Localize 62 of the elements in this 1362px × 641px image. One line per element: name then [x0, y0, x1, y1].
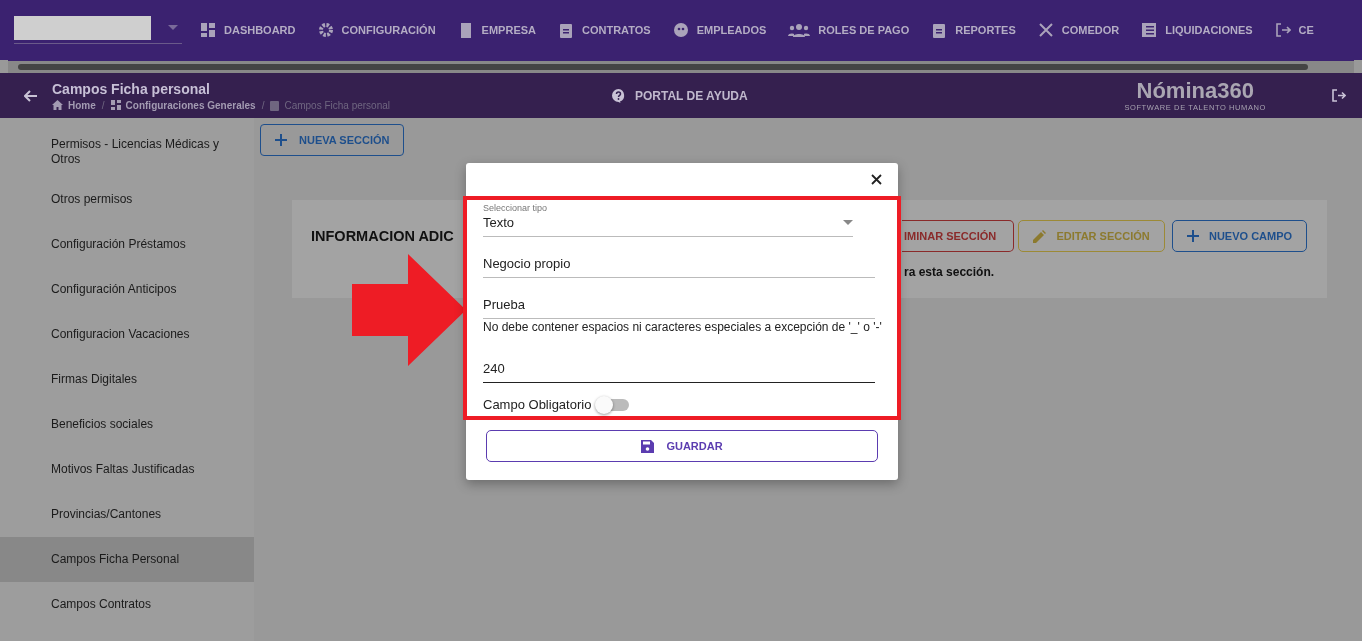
- people-icon: [788, 22, 811, 38]
- company-select[interactable]: [14, 16, 182, 44]
- input-field[interactable]: Prueba: [483, 278, 875, 319]
- caret-icon: [168, 25, 178, 30]
- nav-item[interactable]: COMEDOR: [1037, 22, 1120, 38]
- type-select[interactable]: Seleccionar tipo Texto: [483, 203, 853, 237]
- save-button[interactable]: GUARDAR: [486, 430, 878, 462]
- page-title: Campos Ficha personal: [52, 80, 211, 97]
- sidebar-item[interactable]: Campos Contratos: [0, 582, 254, 627]
- breadcrumb-separator: /: [101, 99, 105, 111]
- sidebar-item[interactable]: Firmas Digitales: [0, 357, 254, 402]
- nav-item[interactable]: EMPRESA: [457, 22, 536, 38]
- section-title: INFORMACION ADIC: [310, 227, 454, 246]
- breadcrumb-link[interactable]: Configuraciones Generales: [110, 99, 256, 111]
- plus-icon: [275, 134, 287, 146]
- dashboard-icon: [200, 22, 216, 38]
- input-field[interactable]: Negocio propio: [483, 237, 875, 278]
- dashboard-icon: [110, 100, 121, 110]
- sidebar-item[interactable]: Permisos - Licencias Médicas y Otros: [0, 127, 254, 177]
- caret-icon: [843, 220, 853, 225]
- sidebar-item[interactable]: Motivos Faltas Justificadas: [0, 447, 254, 492]
- brand-logo: Nómina360: [1136, 79, 1254, 102]
- clipboard-icon: [558, 22, 574, 38]
- close-icon[interactable]: [871, 174, 882, 185]
- help-icon: [612, 88, 625, 103]
- logout-icon[interactable]: [1332, 89, 1346, 102]
- logout-icon: [1274, 22, 1291, 38]
- clipboard-icon: [931, 22, 948, 38]
- sidebar-item[interactable]: Configuracion Vacaciones: [0, 312, 254, 357]
- sidebar-item[interactable]: Configuración Anticipos: [0, 267, 254, 312]
- breadcrumb-link[interactable]: Home: [52, 99, 96, 111]
- nav-item[interactable]: CONTRATOS: [558, 22, 651, 38]
- nav-item[interactable]: REPORTES: [931, 22, 1016, 38]
- home-icon: [52, 100, 63, 110]
- help-portal-link[interactable]: PORTAL DE AYUDA: [612, 88, 748, 103]
- field-hint: No debe contener espacios ni caracteres especiales a excepción de '_' o '-': [483, 320, 883, 334]
- horizontal-scrollbar[interactable]: [8, 60, 1354, 73]
- face-icon: [672, 22, 689, 38]
- nav-item[interactable]: DASHBOARD: [200, 22, 296, 38]
- breadcrumb-separator: /: [261, 99, 265, 111]
- sidebar-item[interactable]: Beneficios sociales: [0, 402, 254, 447]
- clipboard-icon: [270, 99, 280, 111]
- toggle-label: Campo Obligatorio: [483, 397, 592, 412]
- sidebar-item[interactable]: Otros permisos: [0, 177, 254, 222]
- section-note: ra esta sección.: [903, 265, 996, 279]
- input-field[interactable]: 240: [483, 334, 875, 383]
- sidebar-item[interactable]: Campos Ficha Personal: [0, 537, 254, 582]
- plus-icon: [1186, 230, 1199, 242]
- utensils-icon: [1037, 22, 1054, 38]
- new-field-button[interactable]: NUEVO CAMPO: [1172, 220, 1307, 252]
- nav-item[interactable]: CE: [1274, 22, 1314, 38]
- sidebar-item[interactable]: Configuración Préstamos: [0, 222, 254, 267]
- list-icon: [1141, 22, 1158, 38]
- nav-item[interactable]: LIQUIDACIONES: [1141, 22, 1253, 38]
- delete-section-button[interactable]: IMINAR SECCIÓN: [902, 220, 1015, 252]
- nav-item[interactable]: CONFIGURACIÓN: [317, 22, 436, 38]
- nav-item[interactable]: ROLES DE PAGO: [788, 22, 910, 38]
- pencil-icon: [1033, 229, 1047, 243]
- nav-item[interactable]: EMPLEADOS: [672, 22, 767, 38]
- back-arrow-icon[interactable]: [24, 89, 38, 102]
- sidebar-item[interactable]: Provincias/Cantones: [0, 492, 254, 537]
- gear-icon: [317, 22, 334, 38]
